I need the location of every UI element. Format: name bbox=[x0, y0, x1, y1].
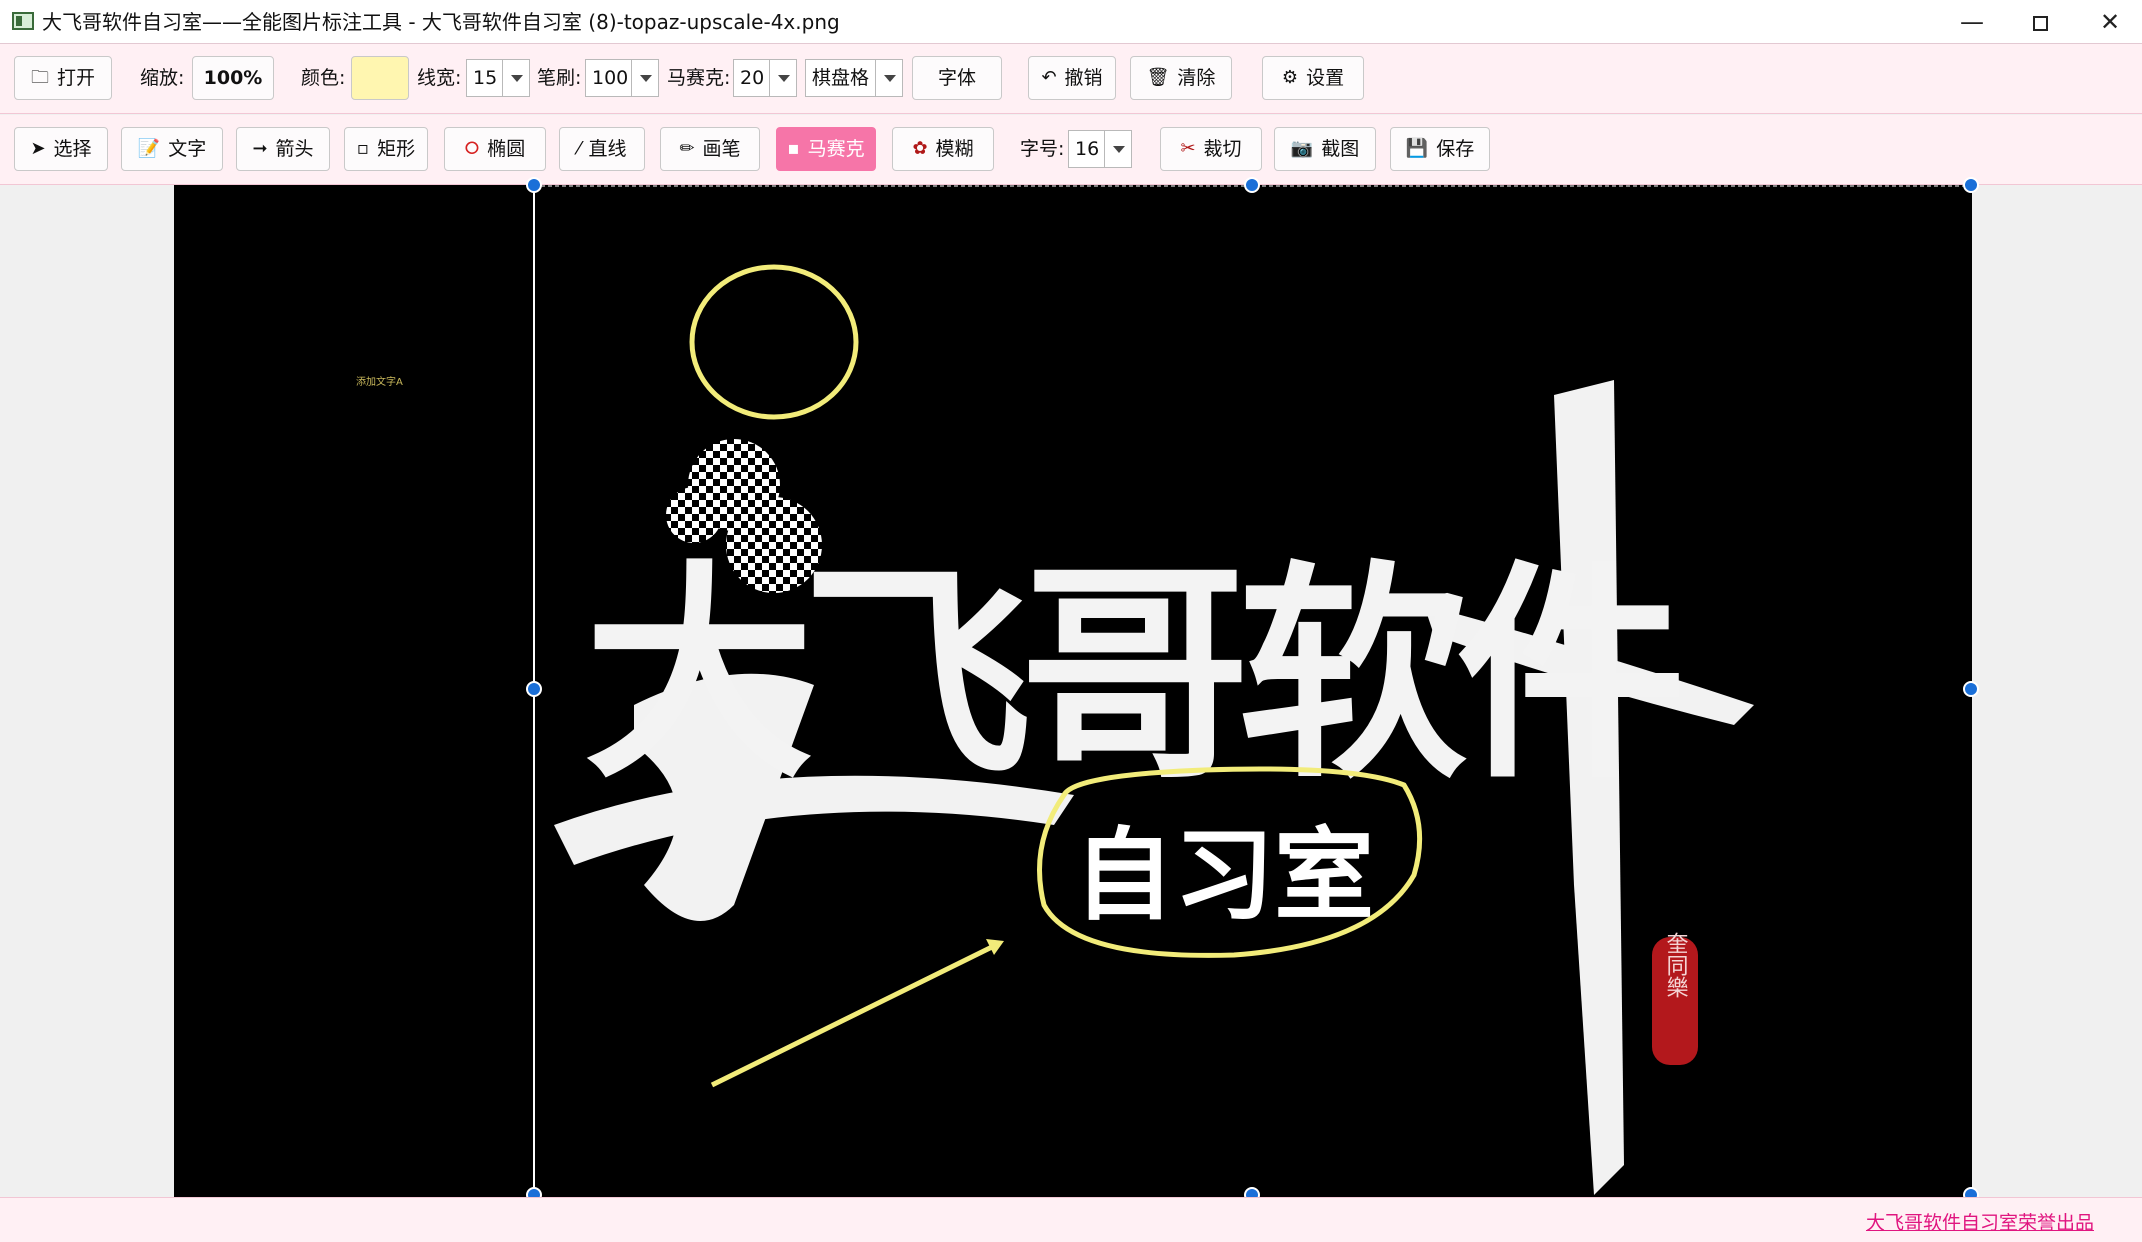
ellipse-tool-button[interactable]: ⭘ 椭圆 bbox=[444, 127, 546, 171]
canvas-artwork: 大飞哥软件 自习室 添加文字A 奎同樂 bbox=[356, 185, 1972, 1197]
seal-text: 奎同樂 bbox=[1663, 932, 1689, 998]
pencil-icon: ✏ bbox=[679, 138, 695, 159]
folder-icon: 🗀 bbox=[30, 67, 49, 88]
color-swatch-button[interactable] bbox=[351, 56, 409, 100]
font-button[interactable]: 字体 bbox=[912, 56, 1002, 100]
maximize-button[interactable] bbox=[2010, 0, 2070, 44]
close-button[interactable]: ✕ bbox=[2080, 0, 2140, 44]
chevron-down-icon bbox=[502, 60, 529, 96]
minimize-button[interactable]: — bbox=[1942, 0, 2002, 44]
slash-icon: ⁄ bbox=[577, 138, 581, 159]
blur-tool-button[interactable]: ✿ 模糊 bbox=[892, 127, 994, 171]
window-title: 大飞哥软件自习室——全能图片标注工具 - 大飞哥软件自习室 (8)-topaz-… bbox=[42, 10, 840, 34]
undo-icon: ↶ bbox=[1041, 67, 1057, 88]
title-bar: 大飞哥软件自习室——全能图片标注工具 - 大飞哥软件自习室 (8)-topaz-… bbox=[0, 0, 2142, 44]
image-canvas[interactable]: 大飞哥软件 自习室 添加文字A 奎同樂 bbox=[174, 185, 1972, 1197]
line-width-label: 线宽: bbox=[417, 67, 462, 89]
save-button[interactable]: 💾 保存 bbox=[1390, 127, 1490, 171]
square-icon: ▫ bbox=[356, 138, 370, 159]
resize-handle-top-right[interactable] bbox=[1963, 177, 1979, 193]
pen-tool-button[interactable]: ✏ 画笔 bbox=[660, 127, 760, 171]
text-tool-button[interactable]: 📝 文字 bbox=[121, 127, 223, 171]
undo-button[interactable]: ↶ 撤销 bbox=[1028, 56, 1116, 100]
scissors-icon: ✂ bbox=[1180, 138, 1196, 159]
font-size-label: 字号: bbox=[1020, 138, 1065, 160]
zoom-label: 缩放: bbox=[140, 67, 185, 89]
crop-button[interactable]: ✂ 裁切 bbox=[1160, 127, 1262, 171]
rect-tool-button[interactable]: ▫ 矩形 bbox=[344, 127, 428, 171]
mosaic-tool-button[interactable]: ▪ 马赛克 bbox=[776, 127, 876, 171]
arrow-tool-button[interactable]: ➞ 箭头 bbox=[236, 127, 330, 171]
tool-toolbar: ➤ 选择 📝 文字 ➞ 箭头 ▫ 矩形 ⭘ 椭圆 ⁄ 直线 ✏ 画笔 ▪ 马赛克 ✿ 模糊 字号:… bbox=[0, 115, 2142, 185]
chevron-down-icon bbox=[1104, 131, 1131, 167]
select-tool-button[interactable]: ➤ 选择 bbox=[14, 127, 108, 171]
app-icon bbox=[12, 12, 34, 30]
open-button[interactable]: 🗀 打开 bbox=[14, 56, 112, 100]
brush-size-select[interactable]: 100 bbox=[585, 59, 659, 97]
font-size-select[interactable]: 16 bbox=[1068, 130, 1132, 168]
clear-button[interactable]: 🗑 清除 bbox=[1130, 56, 1232, 100]
maximize-icon bbox=[2032, 15, 2048, 31]
subtitle-text: 自习室 bbox=[1074, 817, 1374, 934]
mosaic-size-select[interactable]: 20 bbox=[733, 59, 797, 97]
arrow-right-icon: ➞ bbox=[252, 138, 268, 159]
blur-icon: ✿ bbox=[912, 138, 928, 159]
resize-handle-top-left[interactable] bbox=[526, 177, 542, 193]
credit-link[interactable]: 大飞哥软件自习室荣誉出品 bbox=[1866, 1208, 2094, 1235]
mosaic-label: 马赛克: bbox=[667, 67, 731, 89]
chevron-down-icon bbox=[875, 60, 902, 96]
zoom-value[interactable]: 100% bbox=[192, 56, 274, 100]
line-tool-button[interactable]: ⁄ 直线 bbox=[559, 127, 645, 171]
circle-annotation[interactable] bbox=[689, 264, 859, 420]
gear-icon: ⚙ bbox=[1281, 67, 1299, 88]
color-label: 颜色: bbox=[301, 67, 346, 89]
resize-handle-left[interactable] bbox=[526, 681, 542, 697]
line-width-select[interactable]: 15 bbox=[466, 59, 530, 97]
screenshot-button[interactable]: 📷 截图 bbox=[1274, 127, 1376, 171]
chevron-down-icon bbox=[769, 60, 796, 96]
trash-icon: 🗑 bbox=[1146, 67, 1170, 88]
chevron-down-icon bbox=[631, 60, 658, 96]
resize-handle-top[interactable] bbox=[1244, 177, 1260, 193]
small-text-annotation: 添加文字A bbox=[356, 375, 403, 388]
settings-button[interactable]: ⚙ 设置 bbox=[1262, 56, 1364, 100]
floppy-disk-icon: 💾 bbox=[1405, 138, 1429, 159]
square-small-icon: ▪ bbox=[787, 138, 800, 159]
canvas-area: 大飞哥软件 自习室 添加文字A 奎同樂 bbox=[0, 177, 2142, 1203]
main-toolbar: 🗀 打开 缩放: 100% 颜色: 线宽: 15 笔刷: 100 马赛克: 20 … bbox=[0, 44, 2142, 114]
mosaic-style-select[interactable]: 棋盘格 bbox=[805, 59, 903, 97]
document-icon: 📝 bbox=[137, 138, 161, 159]
headline-text: 大飞哥软件 bbox=[584, 540, 1679, 810]
resize-handle-right[interactable] bbox=[1963, 681, 1979, 697]
brush-label: 笔刷: bbox=[537, 67, 582, 89]
cursor-icon: ➤ bbox=[30, 138, 46, 159]
arrow-annotation[interactable] bbox=[710, 942, 998, 1088]
camera-icon: 📷 bbox=[1290, 138, 1314, 159]
circle-icon: ⭘ bbox=[464, 138, 480, 159]
status-bar: 大飞哥软件自习室荣誉出品 bbox=[0, 1197, 2142, 1242]
